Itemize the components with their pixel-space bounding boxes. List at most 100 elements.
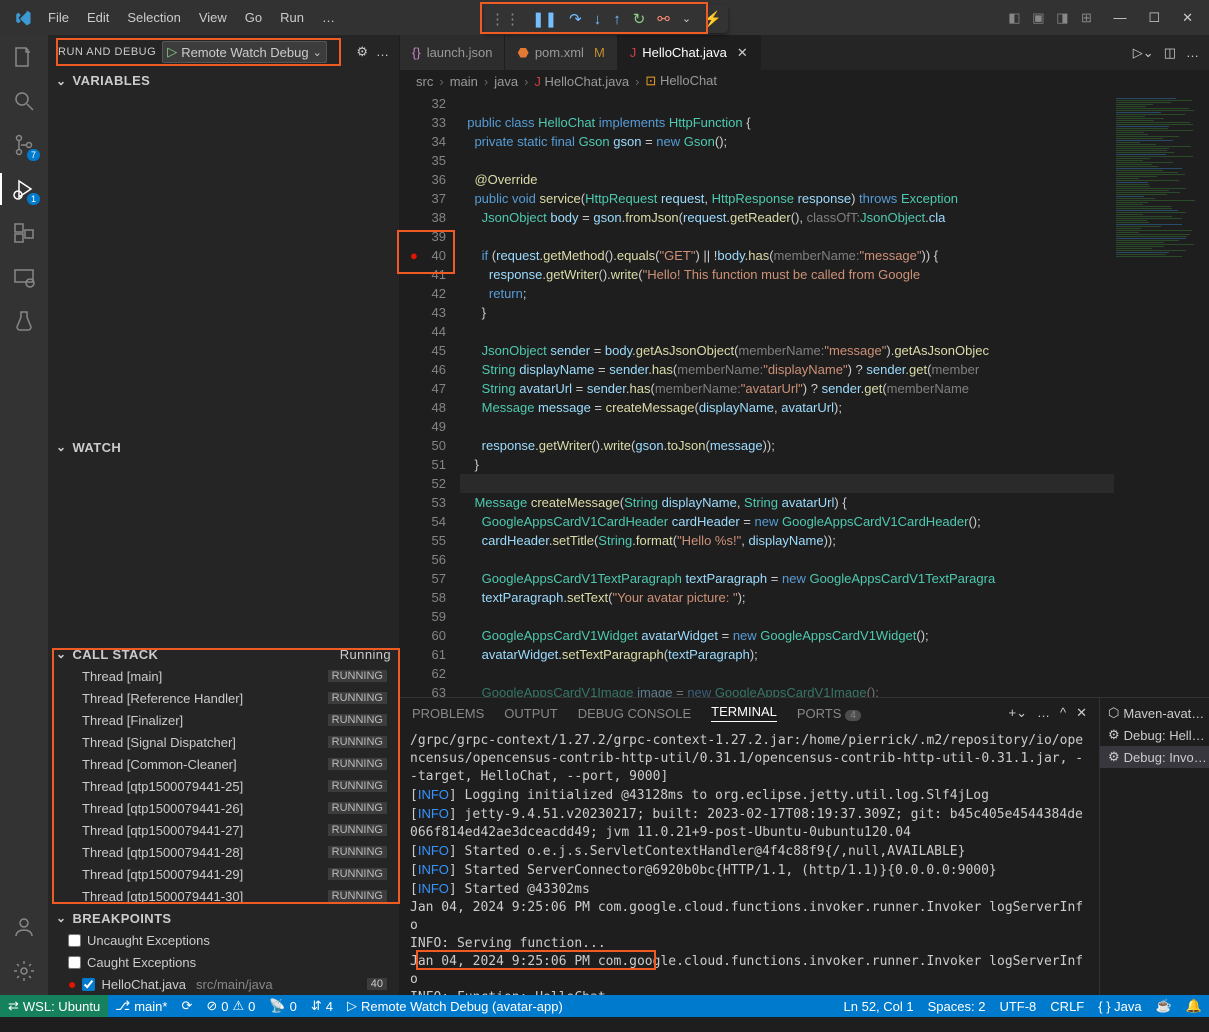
callstack-header[interactable]: ⌄CALL STACKRunning (48, 643, 399, 665)
indent-indicator[interactable]: Spaces: 2 (921, 998, 993, 1014)
panel-bottom-icon[interactable]: ▣ (1031, 10, 1045, 26)
eol-indicator[interactable]: CRLF (1043, 998, 1091, 1014)
menu-item[interactable]: Run (272, 6, 312, 29)
split-icon[interactable]: ◫ (1164, 45, 1176, 61)
panel-tab[interactable]: DEBUG CONSOLE (578, 706, 691, 721)
panel-left-icon[interactable]: ◧ (1007, 10, 1021, 26)
editor-tab[interactable]: ⬣pom.xmlM (505, 35, 617, 70)
panel-tab[interactable]: OUTPUT (504, 706, 557, 721)
search-icon[interactable] (12, 89, 36, 113)
minimize-icon[interactable]: — (1113, 10, 1126, 26)
language-indicator[interactable]: { } Java (1091, 998, 1148, 1014)
step-over-icon[interactable]: ↷ (569, 12, 582, 27)
chevron-down-icon[interactable]: ⌄ (682, 14, 691, 25)
more-icon[interactable]: … (376, 44, 389, 60)
thread-row[interactable]: Thread [Reference Handler]RUNNING (48, 687, 399, 709)
thread-row[interactable]: Thread [Signal Dispatcher]RUNNING (48, 731, 399, 753)
encoding-indicator[interactable]: UTF-8 (992, 998, 1043, 1014)
remote-indicator[interactable]: ⇄WSL: Ubuntu (0, 995, 108, 1017)
pause-icon[interactable]: ❚❚ (532, 12, 557, 27)
thread-row[interactable]: Thread [Common-Cleaner]RUNNING (48, 753, 399, 775)
thread-row[interactable]: Thread [qtp1500079441-27]RUNNING (48, 819, 399, 841)
step-out-icon[interactable]: ↑ (613, 12, 621, 27)
editor-tab[interactable]: {}launch.json (400, 35, 505, 70)
breakpoints-header[interactable]: ⌄BREAKPOINTS (48, 907, 399, 929)
java-icon[interactable]: ☕ (1149, 998, 1179, 1014)
cursor-position[interactable]: Ln 52, Col 1 (837, 998, 921, 1014)
remote-icon[interactable] (12, 265, 36, 289)
breakpoint-checkbox[interactable] (82, 978, 95, 991)
panel-tab[interactable]: PORTS4 (797, 706, 861, 721)
minimap[interactable] (1114, 92, 1209, 697)
debug-icon[interactable]: 1 (12, 177, 36, 201)
watch-header[interactable]: ⌄WATCH (48, 437, 399, 459)
thread-row[interactable]: Thread [qtp1500079441-30]RUNNING (48, 885, 399, 907)
sync-button[interactable]: ⟳ (174, 998, 199, 1014)
menu-item[interactable]: File (40, 6, 77, 29)
drag-handle-icon[interactable]: ⋮⋮ (490, 12, 520, 27)
thread-row[interactable]: Thread [qtp1500079441-29]RUNNING (48, 863, 399, 885)
breadcrumb-item[interactable]: main (450, 74, 478, 89)
breakpoint-checkbox[interactable] (68, 956, 81, 969)
close-tab-icon[interactable]: ✕ (737, 45, 748, 61)
thread-row[interactable]: Thread [Finalizer]RUNNING (48, 709, 399, 731)
breadcrumb-item[interactable]: ⊡ HelloChat (645, 73, 717, 89)
panel-right-icon[interactable]: ◨ (1055, 10, 1069, 26)
menu-item[interactable]: … (314, 6, 343, 29)
problems-indicator[interactable]: ⊘ 0 ⚠ 0 (199, 998, 262, 1014)
notifications-icon[interactable]: 🔔 (1179, 998, 1209, 1014)
panel-tab[interactable]: PROBLEMS (412, 706, 484, 721)
layout-icon[interactable]: ⊞ (1079, 10, 1093, 26)
close-icon[interactable]: ✕ (1182, 10, 1193, 26)
terminal-output[interactable]: /grpc/grpc-context/1.27.2/grpc-context-1… (400, 728, 1099, 995)
breakpoint-row[interactable]: Caught Exceptions (48, 951, 399, 973)
thread-row[interactable]: Thread [qtp1500079441-25]RUNNING (48, 775, 399, 797)
start-debug-icon[interactable]: ▷ (167, 44, 177, 60)
gear-icon[interactable]: ⚙ (356, 44, 368, 60)
thread-row[interactable]: Thread [qtp1500079441-26]RUNNING (48, 797, 399, 819)
more-icon[interactable]: … (1186, 45, 1199, 60)
more-icon[interactable]: … (1037, 705, 1050, 721)
step-into-icon[interactable]: ↓ (594, 12, 602, 27)
breakpoint-row[interactable]: Uncaught Exceptions (48, 929, 399, 951)
breadcrumb-item[interactable]: java (494, 74, 518, 89)
extensions-icon[interactable] (12, 221, 36, 245)
gear-icon[interactable] (12, 959, 36, 983)
breakpoint-file-row[interactable]: ●HelloChat.javasrc/main/java40 (48, 973, 399, 995)
menu-item[interactable]: Edit (79, 6, 117, 29)
account-icon[interactable] (12, 915, 36, 939)
terminal-session[interactable]: ⚙Debug: Invo… (1100, 746, 1209, 768)
terminal-session[interactable]: ⬡Maven-avat… (1100, 702, 1209, 724)
close-panel-icon[interactable]: ✕ (1076, 705, 1087, 721)
menu-item[interactable]: Go (237, 6, 270, 29)
breadcrumb[interactable]: src›main›java›J HelloChat.java›⊡ HelloCh… (400, 70, 1209, 92)
menu-item[interactable]: Selection (119, 6, 188, 29)
branch-indicator[interactable]: ⎇main* (108, 998, 174, 1014)
menu-item[interactable]: View (191, 6, 235, 29)
code-editor[interactable]: public class HelloChat implements HttpFu… (460, 92, 1114, 697)
thread-row[interactable]: Thread [qtp1500079441-28]RUNNING (48, 841, 399, 863)
breadcrumb-item[interactable]: src (416, 74, 433, 89)
thread-row[interactable]: Thread [main]RUNNING (48, 665, 399, 687)
panel-tab[interactable]: TERMINAL (711, 704, 777, 722)
breadcrumb-item[interactable]: J HelloChat.java (534, 74, 629, 89)
breakpoint-checkbox[interactable] (68, 934, 81, 947)
maximize-icon[interactable]: ☐ (1148, 10, 1160, 26)
terminal-session[interactable]: ⚙Debug: Hell… (1100, 724, 1209, 746)
disconnect-icon[interactable]: ⚯ (657, 12, 670, 27)
launch-config-dropdown[interactable]: ▷ Remote Watch Debug ⌄ (162, 41, 327, 63)
radio-indicator[interactable]: 📡 0 (262, 998, 303, 1014)
new-terminal-icon[interactable]: +⌄ (1008, 705, 1027, 721)
restart-icon[interactable]: ↻ (633, 12, 646, 27)
variables-header[interactable]: ⌄VARIABLES (48, 70, 399, 92)
debug-status[interactable]: ▷ Remote Watch Debug (avatar-app) (340, 998, 570, 1014)
maximize-panel-icon[interactable]: ^ (1060, 705, 1066, 721)
run-icon[interactable]: ▷⌄ (1133, 45, 1154, 61)
editor-tab[interactable]: JHelloChat.java✕ (618, 35, 761, 70)
hot-reload-icon[interactable]: ⚡ (703, 12, 722, 27)
debug-toolbar[interactable]: ⋮⋮ ❚❚ ↷ ↓ ↑ ↻ ⚯ ⌄ ⚡ (484, 5, 728, 33)
explorer-icon[interactable] (12, 45, 36, 69)
ports-indicator[interactable]: ⇵ 4 (304, 998, 340, 1014)
scm-icon[interactable]: 7 (12, 133, 36, 157)
gutter[interactable]: 3233343536373839404142434445464748495051… (400, 92, 460, 697)
